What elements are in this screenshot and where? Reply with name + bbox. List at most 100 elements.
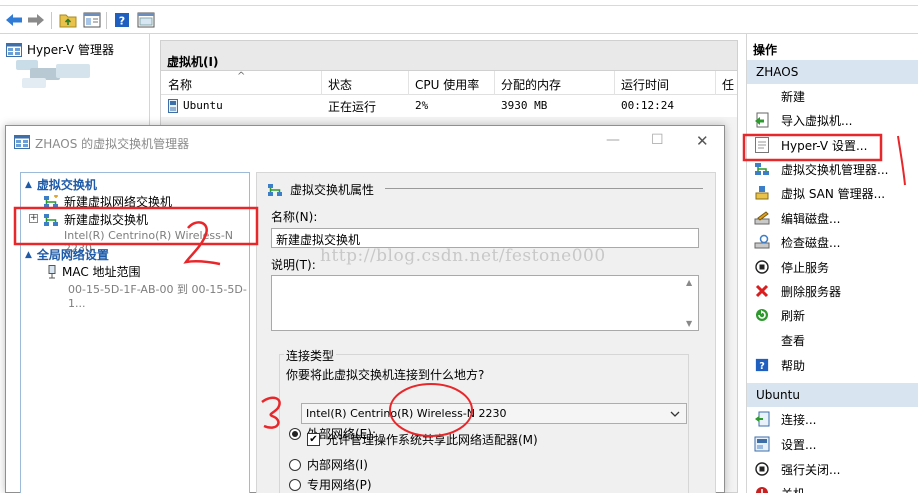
col-header-cpu[interactable]: CPU 使用率 (415, 76, 479, 93)
action-label: 删除服务器 (781, 284, 842, 299)
switch-nav-list: ▲ 虚拟交换机 新建虚拟网络交换机 + 新建虚拟交换机 Intel(R) Cen… (20, 172, 250, 493)
vm-icon (168, 99, 178, 113)
actions-group-vm[interactable]: Ubuntu (747, 383, 918, 407)
forward-arrow-icon[interactable] (26, 10, 46, 30)
checkbox-box[interactable]: ✔ (307, 433, 320, 446)
allow-management-os-checkbox[interactable]: ✔ 允许管理操作系统共享此网络适配器(M) (307, 431, 538, 448)
adapter-dropdown[interactable]: Intel(R) Centrino(R) Wireless-N 2230 (301, 403, 687, 424)
vm-uptime: 00:12:24 (621, 99, 674, 112)
minimize-icon[interactable]: — (606, 132, 620, 148)
action-san-manager[interactable]: 虚拟 SAN 管理器... (751, 182, 917, 204)
properties-icon[interactable] (136, 10, 156, 30)
notes-label: 说明(T): (271, 258, 316, 272)
vswitch-app-icon (14, 135, 30, 149)
vm-cpu: 2% (415, 99, 429, 112)
svg-text:?: ? (759, 361, 765, 372)
properties-header-label: 虚拟交换机属性 (290, 183, 375, 197)
checkbox-label: 允许管理操作系统共享此网络适配器(M) (326, 433, 538, 447)
action-label: Hyper-V 设置... (781, 138, 868, 153)
radio-dot[interactable] (289, 458, 301, 471)
expand-plus-icon[interactable]: + (29, 214, 38, 223)
action-label: 连接... (781, 412, 817, 427)
section-label: 虚拟交换机 (36, 178, 97, 192)
help-icon[interactable]: ? (112, 10, 132, 30)
stop-icon (753, 258, 771, 276)
help-icon: ? (753, 356, 771, 374)
action-label: 帮助 (781, 358, 806, 373)
nav-mac-range-value: 00-15-5D-1F-AB-00 到 00-15-5D-1... (68, 283, 247, 310)
nav-new-network-switch[interactable]: 新建虚拟网络交换机 (43, 193, 172, 210)
nav-section-vswitches[interactable]: ▲ 虚拟交换机 (25, 176, 97, 193)
toolbar: ? (0, 6, 918, 34)
vswitch-manager-dialog: ZHAOS 的虚拟交换机管理器 — ☐ ✕ ▲ 虚拟交换机 新建虚拟网络交换机 … (5, 125, 725, 493)
action-force-off[interactable]: 强行关闭... (751, 458, 917, 480)
action-import-vm[interactable]: 导入虚拟机... (751, 109, 917, 131)
action-label: 检查磁盘... (781, 235, 841, 250)
col-header-state[interactable]: 状态 (328, 76, 352, 93)
chevron-down-icon[interactable] (670, 408, 680, 421)
show-hide-tree-icon[interactable] (82, 10, 102, 30)
switch-icon (44, 213, 58, 226)
back-arrow-icon[interactable] (4, 10, 24, 30)
radio-dot[interactable] (289, 427, 301, 440)
hyperv-manager-icon (6, 42, 22, 57)
import-icon (753, 111, 771, 129)
actions-group-server[interactable]: ZHAOS (747, 60, 918, 84)
new-switch-icon (44, 194, 58, 208)
collapse-caret-icon[interactable]: ▲ (25, 180, 32, 190)
force-off-icon (753, 460, 771, 478)
notes-scrollbar[interactable]: ▲ ▼ (682, 276, 698, 330)
watermark: http://blog.csdn.net/festone000 (320, 246, 606, 266)
vm-table-header: 名称 ^ 状态 CPU 使用率 分配的内存 运行时间 任 (161, 71, 737, 95)
inspect-disk-icon (753, 233, 771, 251)
action-label: 停止服务 (781, 260, 830, 275)
nav-mac-range[interactable]: MAC 地址范围 (47, 263, 141, 280)
action-label: 虚拟交换机管理器... (781, 162, 889, 177)
col-header-name[interactable]: 名称 (168, 76, 192, 93)
action-stop-service[interactable]: 停止服务 (751, 256, 917, 278)
tree-server-node-blurred[interactable] (16, 58, 92, 90)
shutdown-icon (753, 484, 771, 493)
action-vm-settings[interactable]: 设置... (751, 433, 917, 455)
col-header-truncated[interactable]: 任 (722, 76, 734, 93)
collapse-caret-icon[interactable]: ▲ (25, 250, 32, 260)
radio-internal-network[interactable]: 内部网络(I) (289, 456, 368, 473)
action-connect[interactable]: 连接... (751, 408, 917, 430)
maximize-icon[interactable]: ☐ (651, 132, 664, 148)
action-refresh[interactable]: 刷新 (751, 304, 917, 326)
action-view[interactable]: 查看 (751, 329, 917, 351)
radio-private-network[interactable]: 专用网络(P) (289, 476, 372, 493)
connection-type-title: 连接类型 (284, 347, 337, 364)
tree-root-hyperv-manager[interactable]: Hyper-V 管理器 (6, 41, 114, 58)
close-icon[interactable]: ✕ (696, 132, 709, 150)
scroll-down-icon[interactable]: ▼ (686, 319, 692, 328)
action-remove-server[interactable]: 删除服务器 (751, 280, 917, 302)
action-inspect-disk[interactable]: 检查磁盘... (751, 231, 917, 253)
radio-dot[interactable] (289, 478, 301, 491)
action-label: 设置... (781, 437, 817, 452)
action-label: 导入虚拟机... (781, 113, 853, 128)
action-shutdown[interactable]: 关机... (751, 482, 917, 493)
connection-question: 你要将此虚拟交换机连接到什么地方? (286, 368, 485, 382)
table-row[interactable]: Ubuntu 正在运行 2% 3930 MB 00:12:24 (161, 95, 737, 117)
up-folder-icon[interactable] (58, 10, 78, 30)
dialog-titlebar[interactable]: ZHAOS 的虚拟交换机管理器 — ☐ ✕ (6, 126, 724, 158)
switch-name-input[interactable]: 新建虚拟交换机 (271, 228, 699, 248)
radio-label: 内部网络(I) (307, 458, 368, 472)
action-hyperv-settings[interactable]: Hyper-V 设置... (751, 134, 917, 156)
nav-section-global[interactable]: ▲ 全局网络设置 (25, 246, 109, 263)
nav-new-virtual-switch[interactable]: 新建虚拟交换机 (43, 211, 148, 228)
action-help[interactable]: ? 帮助 (751, 354, 917, 376)
scroll-up-icon[interactable]: ▲ (686, 278, 692, 287)
san-icon (753, 184, 771, 202)
nav-label: 新建虚拟交换机 (64, 213, 149, 227)
action-label: 新建 (781, 89, 806, 104)
action-edit-disk[interactable]: 编辑磁盘... (751, 207, 917, 229)
action-new[interactable]: 新建 (751, 85, 917, 107)
action-vswitch-manager[interactable]: 虚拟交换机管理器... (751, 158, 917, 180)
col-header-memory[interactable]: 分配的内存 (501, 76, 561, 93)
action-label: 编辑磁盘... (781, 211, 841, 226)
notes-textarea[interactable]: ▲ ▼ (271, 275, 699, 331)
action-label: 查看 (781, 333, 806, 348)
col-header-uptime[interactable]: 运行时间 (621, 76, 669, 93)
